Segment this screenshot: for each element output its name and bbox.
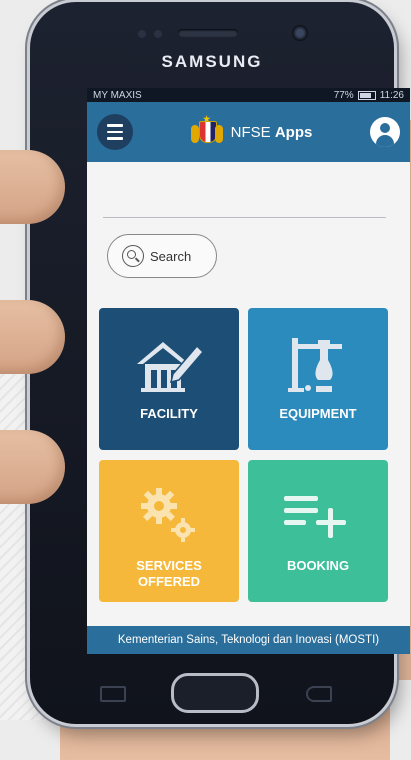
search-button[interactable]: Search (107, 234, 217, 278)
phone-device: SAMSUNG MY MAXIS 77% 11:26 NFSE Apps Sea… (30, 2, 410, 724)
main-content: Search FACILITY EQUIPMENT SERVICES OFFER… (87, 162, 410, 602)
playlist-add-icon (278, 482, 358, 548)
hamburger-icon (107, 124, 123, 127)
clock: 11:26 (379, 89, 404, 101)
app-title-prefix: NFSE (230, 123, 271, 141)
front-camera (292, 25, 308, 41)
tile-equipment[interactable]: EQUIPMENT (248, 308, 388, 450)
tile-label: SERVICES OFFERED (136, 558, 202, 589)
phone-sensor (154, 30, 162, 38)
tile-facility[interactable]: FACILITY (99, 308, 239, 450)
tile-label: BOOKING (286, 558, 350, 573)
building-pencil-icon (129, 330, 209, 396)
tile-label: FACILITY (140, 406, 198, 421)
gears-icon (129, 482, 209, 548)
malaysia-crest-icon (190, 115, 223, 147)
phone-speaker (178, 29, 238, 37)
app-title: NFSE Apps (190, 115, 313, 147)
divider (103, 217, 386, 218)
battery-percent: 77% (333, 89, 354, 101)
status-right: 77% 11:26 (334, 90, 404, 101)
search-label: Search (150, 248, 192, 264)
tile-label: EQUIPMENT (279, 406, 357, 421)
phone-sensor (138, 30, 146, 38)
tile-services-offered[interactable]: SERVICES OFFERED (99, 460, 239, 602)
search-icon (122, 245, 144, 267)
lab-equipment-icon (278, 330, 358, 396)
app-bar: NFSE Apps (87, 102, 410, 162)
account-icon[interactable] (370, 117, 400, 147)
app-screen: MY MAXIS 77% 11:26 NFSE Apps Search FACI… (87, 88, 410, 654)
footer-ministry: Kementerian Sains, Teknologi dan Inovasi… (87, 626, 410, 654)
carrier-label: MY MAXIS (93, 89, 142, 101)
status-bar: MY MAXIS 77% 11:26 (87, 88, 410, 102)
battery-icon (357, 90, 376, 100)
tile-booking[interactable]: BOOKING (248, 460, 388, 602)
back-button[interactable] (306, 686, 332, 702)
home-button[interactable] (171, 673, 259, 713)
app-title-bold: Apps (274, 123, 313, 141)
recent-apps-button[interactable] (100, 686, 126, 702)
device-brand: SAMSUNG (161, 52, 263, 71)
hamburger-menu-button[interactable] (97, 114, 133, 150)
